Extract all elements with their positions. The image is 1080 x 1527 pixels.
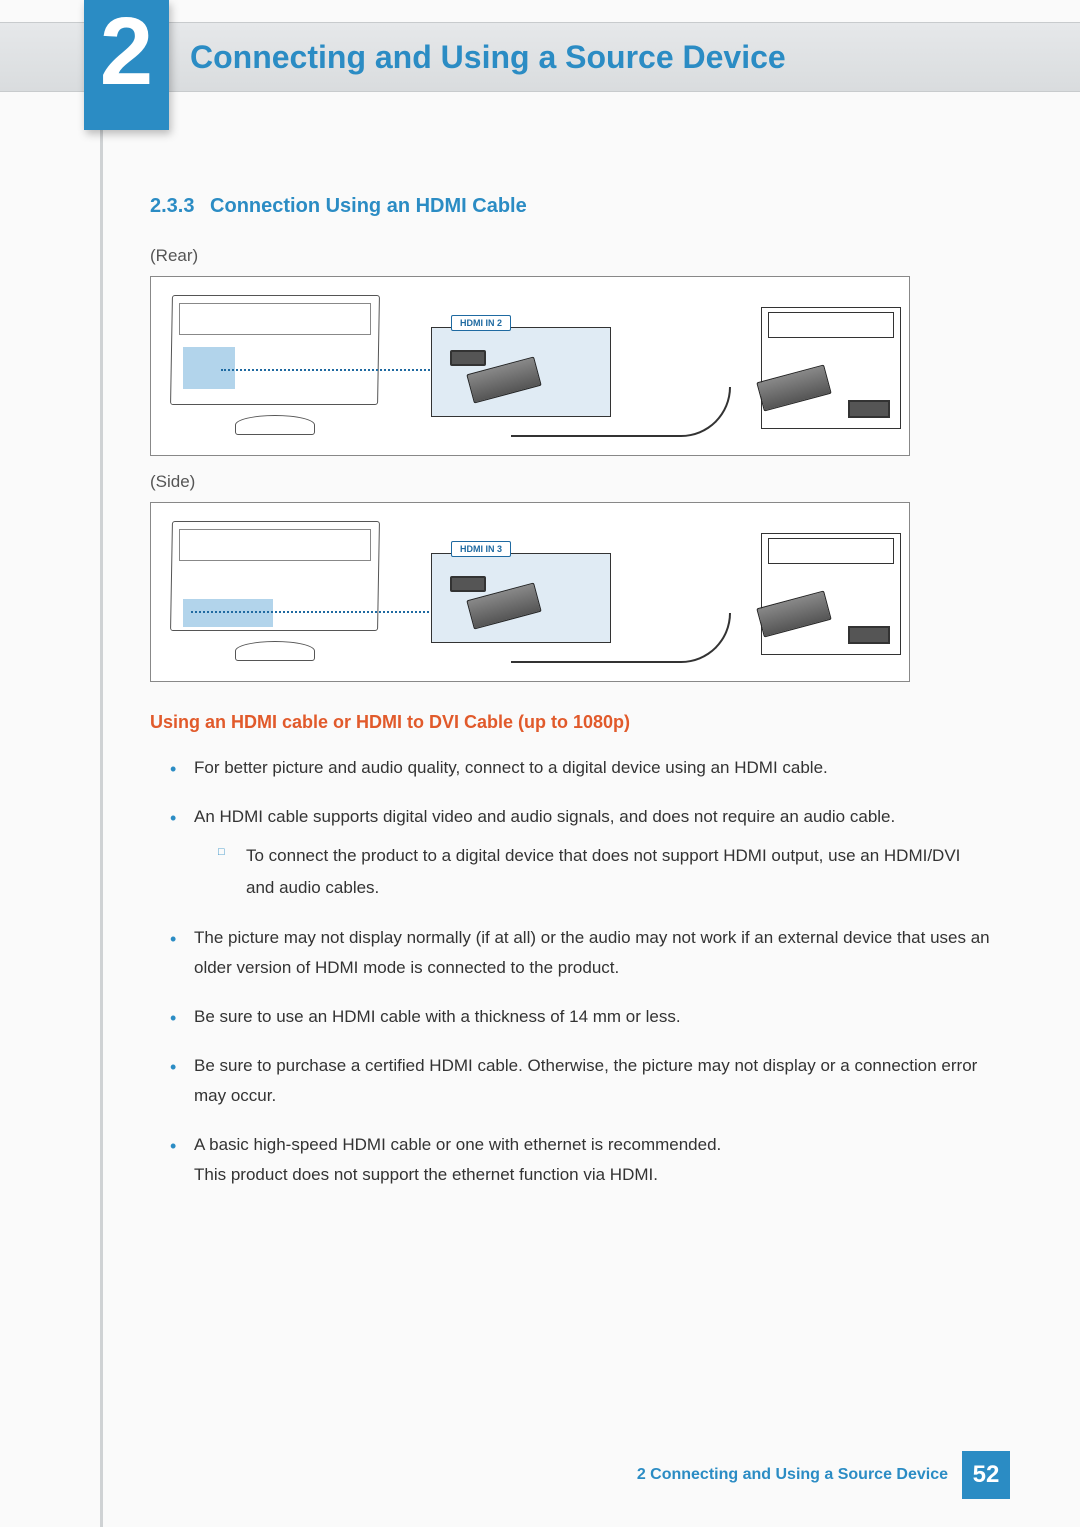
subsection-heading: Using an HDMI cable or HDMI to DVI Cable…: [150, 712, 990, 733]
page-footer: 2 Connecting and Using a Source Device 5…: [637, 1451, 1010, 1499]
chapter-title: Connecting and Using a Source Device: [190, 39, 786, 76]
connection-dotted-line-icon: [221, 369, 437, 371]
section-heading: 2.3.3 Connection Using an HDMI Cable: [150, 195, 990, 218]
list-item: The picture may not display normally (if…: [170, 923, 990, 984]
sub-list-item: To connect the product to a digital devi…: [218, 840, 990, 905]
hdmi-port-side-label: HDMI IN 3: [451, 541, 511, 557]
section-number: 2.3.3: [150, 195, 194, 217]
footer-chapter-title: 2 Connecting and Using a Source Device: [637, 1466, 948, 1484]
list-item-text: Be sure to purchase a certified HDMI cab…: [194, 1056, 977, 1106]
list-item: A basic high-speed HDMI cable or one wit…: [170, 1130, 990, 1191]
tv-side-icon: [165, 521, 385, 661]
chapter-tab: 2: [84, 0, 169, 130]
diagram-side-caption: (Side): [150, 472, 990, 492]
sub-list: To connect the product to a digital devi…: [194, 840, 990, 905]
list-item: Be sure to purchase a certified HDMI cab…: [170, 1051, 990, 1112]
diagram-rear: HDMI IN 2: [150, 276, 910, 456]
sub-list-item-text: To connect the product to a digital devi…: [246, 846, 960, 897]
page-number: 52: [962, 1451, 1010, 1499]
page-content: 2.3.3 Connection Using an HDMI Cable (Re…: [150, 195, 990, 1209]
list-item-text: For better picture and audio quality, co…: [194, 758, 828, 777]
list-item-text: Be sure to use an HDMI cable with a thic…: [194, 1007, 681, 1026]
tv-rear-icon: [165, 295, 385, 435]
hdmi-port-rear-label: HDMI IN 2: [451, 315, 511, 331]
source-device-icon: [761, 533, 901, 655]
side-stripe: [100, 130, 103, 1527]
cable-icon: [511, 387, 731, 437]
list-item: For better picture and audio quality, co…: [170, 753, 990, 784]
list-item: An HDMI cable supports digital video and…: [170, 802, 990, 905]
connection-dotted-line-icon: [191, 611, 437, 613]
section-title: Connection Using an HDMI Cable: [210, 195, 527, 217]
list-item-text: An HDMI cable supports digital video and…: [194, 807, 895, 826]
cable-icon: [511, 613, 731, 663]
chapter-number: 2: [100, 4, 153, 100]
list-item-text: The picture may not display normally (if…: [194, 928, 990, 978]
list-item: Be sure to use an HDMI cable with a thic…: [170, 1002, 990, 1033]
diagram-rear-caption: (Rear): [150, 246, 990, 266]
source-device-icon: [761, 307, 901, 429]
diagram-side: HDMI IN 3: [150, 502, 910, 682]
bullet-list: For better picture and audio quality, co…: [150, 753, 990, 1191]
list-item-text: A basic high-speed HDMI cable or one wit…: [194, 1135, 721, 1185]
